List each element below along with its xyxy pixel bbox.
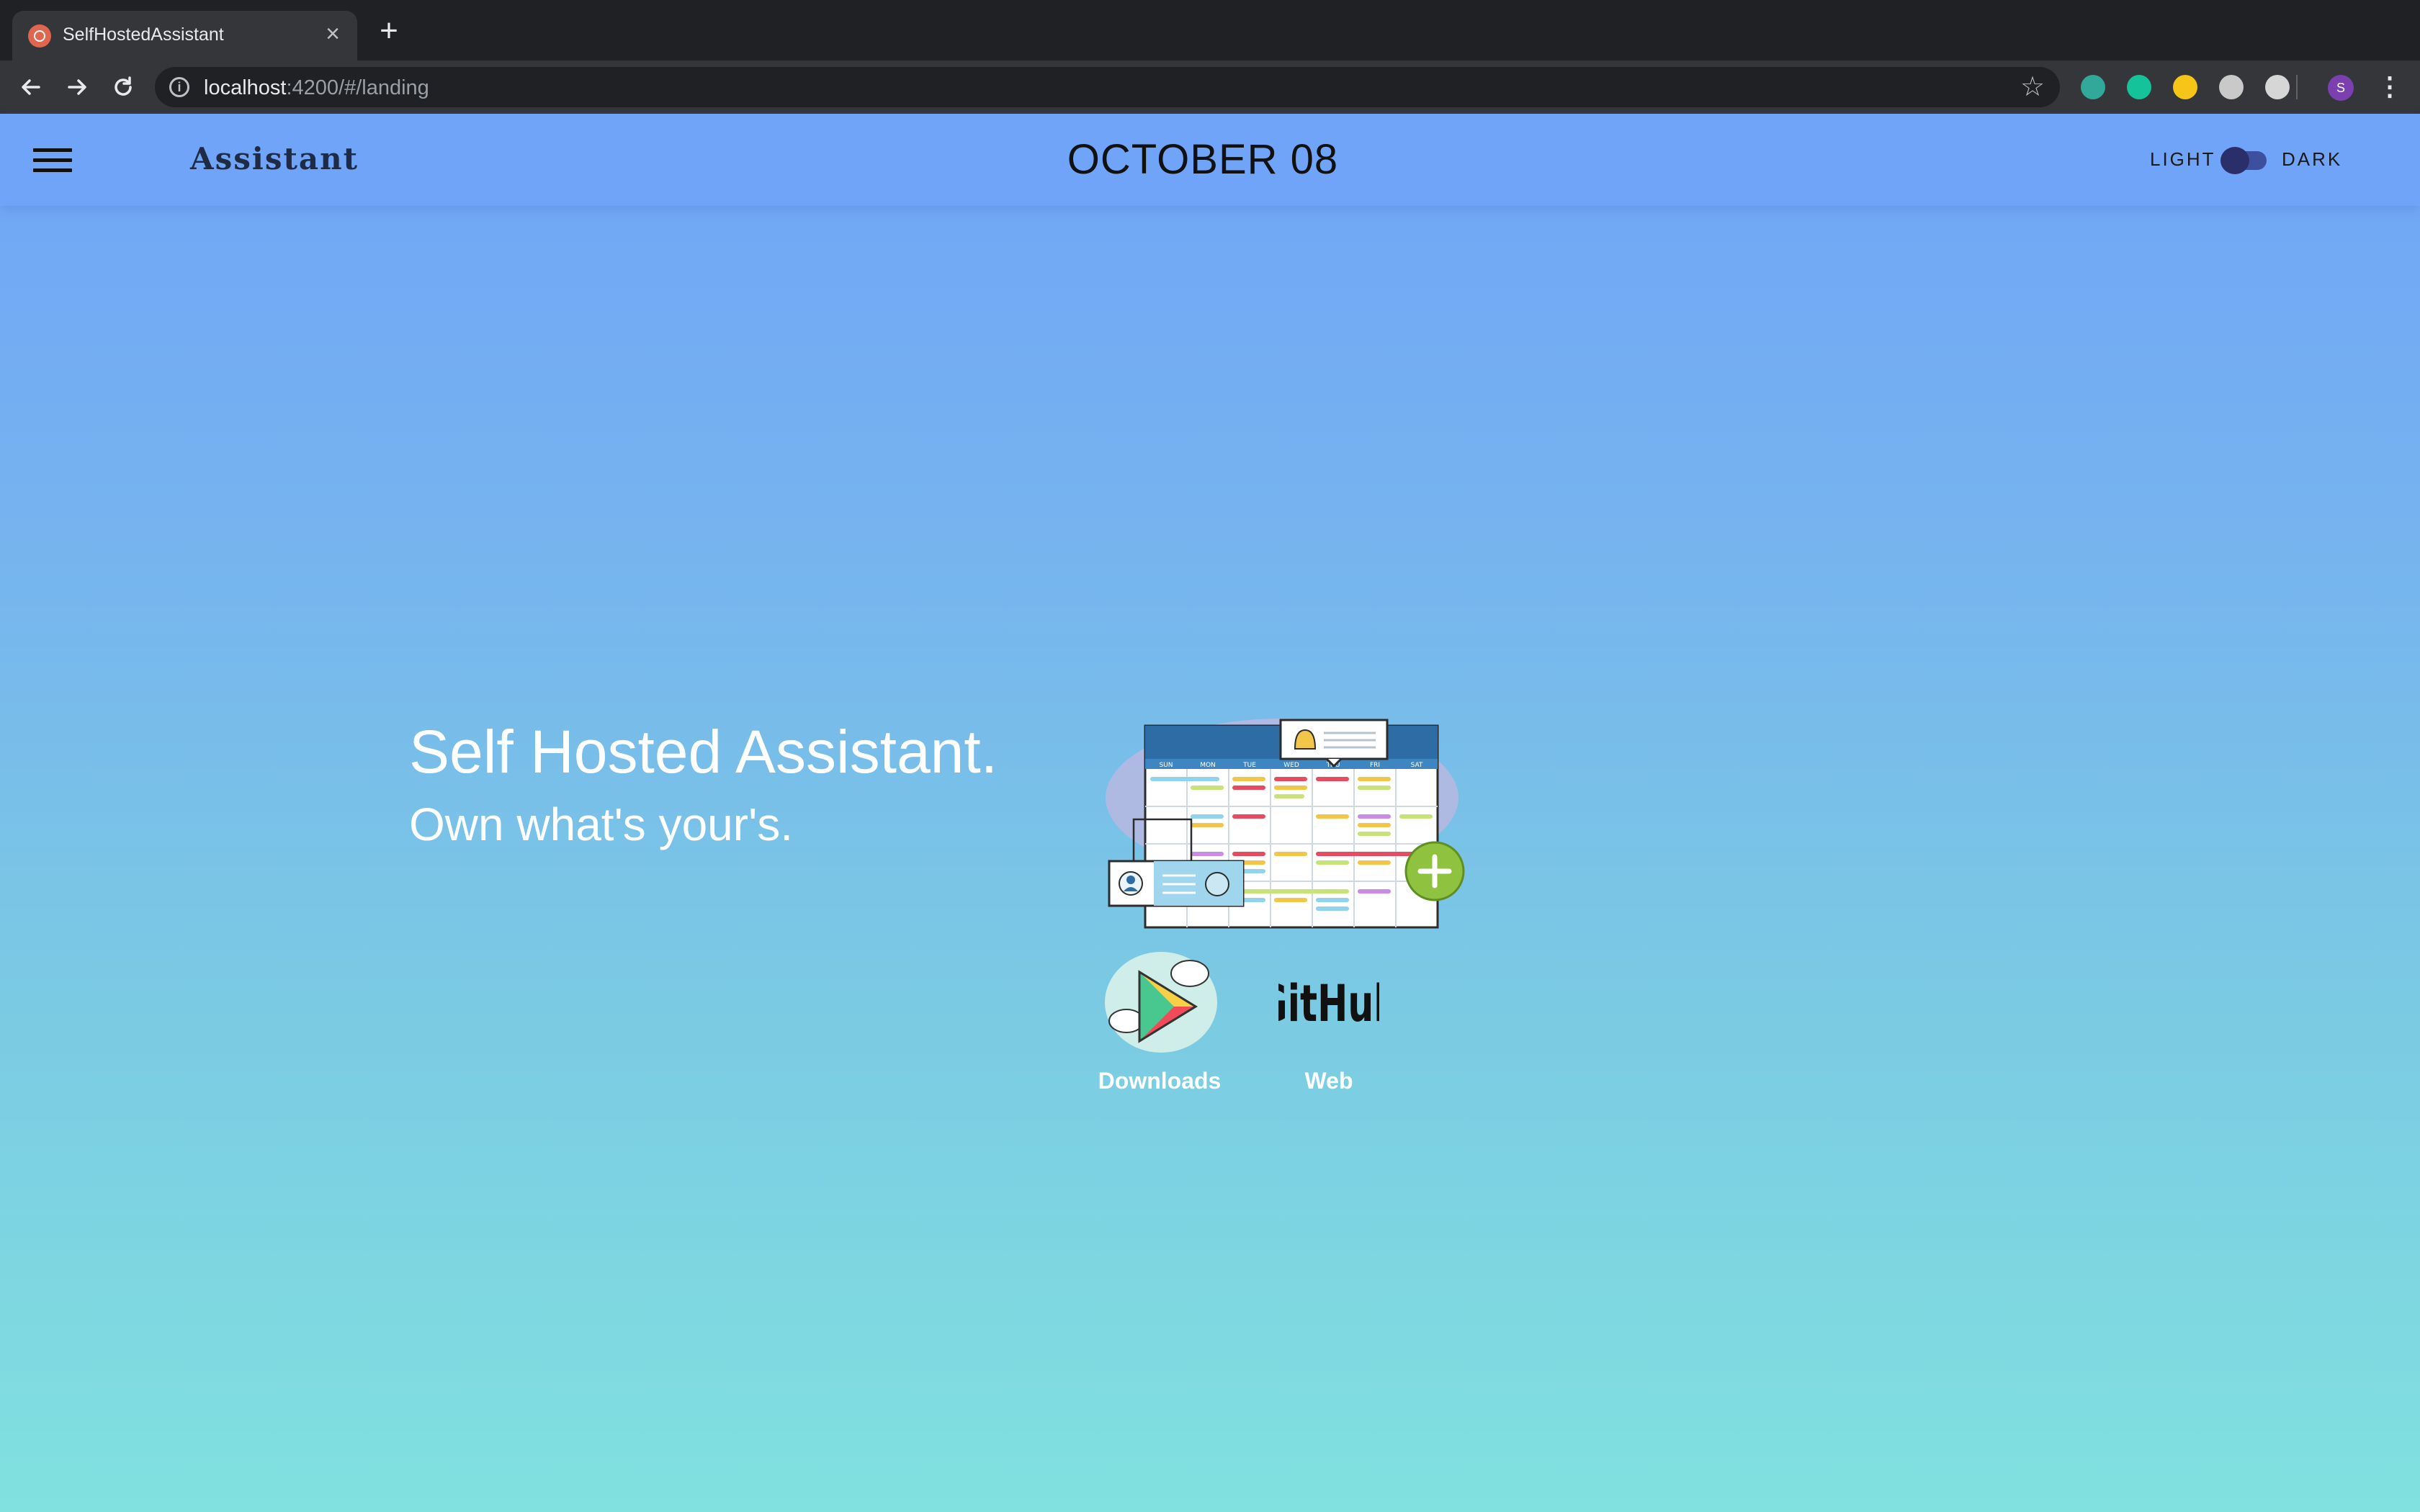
site-info-icon[interactable]: i bbox=[169, 77, 189, 97]
back-button[interactable] bbox=[16, 72, 46, 102]
extension-teal-icon[interactable] bbox=[2081, 75, 2105, 99]
reload-button[interactable] bbox=[108, 72, 138, 102]
toggle-thumb bbox=[2220, 147, 2249, 174]
calendar-day-label: MON bbox=[1200, 762, 1216, 769]
new-tab-button[interactable]: + bbox=[375, 15, 403, 47]
grammarly-icon[interactable] bbox=[2127, 75, 2151, 99]
browser-menu-icon[interactable]: ⋮ bbox=[2377, 72, 2403, 102]
arrow-left-icon bbox=[22, 79, 40, 95]
browser-toolbar: i localhost:4200/#/landing ☆ S ⋮ bbox=[0, 60, 2420, 114]
app-header: Assistant OCTOBER 08 LIGHT DARK bbox=[0, 114, 2420, 206]
calendar-day-label: FRI bbox=[1370, 762, 1380, 769]
extension-yellow-icon[interactable] bbox=[2173, 75, 2197, 99]
browser-tab[interactable]: SelfHostedAssistant × bbox=[12, 11, 357, 60]
address-bar[interactable]: i localhost:4200/#/landing ☆ bbox=[155, 67, 2060, 107]
extension-gray-icon[interactable] bbox=[2219, 75, 2244, 99]
browser-tabstrip: SelfHostedAssistant × + bbox=[0, 0, 2420, 60]
brand-title[interactable]: Assistant bbox=[190, 141, 359, 176]
github-icon: GitHub bbox=[1258, 975, 1399, 1033]
current-date: OCTOBER 08 bbox=[1067, 136, 1339, 183]
calendar-day-label: SUN bbox=[1159, 762, 1173, 769]
downloads-label: Downloads bbox=[1098, 1068, 1222, 1094]
web-label: Web bbox=[1304, 1068, 1353, 1094]
svg-text:GitHub: GitHub bbox=[1278, 975, 1379, 1033]
downloads-link[interactable]: Downloads bbox=[1095, 949, 1224, 1094]
close-tab-icon[interactable]: × bbox=[320, 21, 346, 47]
menu-hamburger-icon[interactable] bbox=[33, 148, 72, 173]
calendar-day-label: SAT bbox=[1411, 762, 1423, 769]
google-play-icon bbox=[1105, 952, 1217, 1053]
arrow-right-icon bbox=[68, 79, 86, 95]
theme-toggle[interactable] bbox=[2220, 147, 2267, 174]
reload-icon bbox=[115, 76, 132, 96]
hero-subtitle: Own what's your's. bbox=[409, 798, 794, 850]
profile-avatar[interactable]: S bbox=[2328, 75, 2354, 101]
web-link[interactable]: GitHub Web bbox=[1258, 949, 1399, 1094]
forward-button[interactable] bbox=[62, 72, 92, 102]
url-text: localhost:4200/#/landing bbox=[204, 76, 429, 99]
theme-light-label: LIGHT bbox=[2150, 148, 2216, 170]
landing-page: Assistant OCTOBER 08 LIGHT DARK Self Hos… bbox=[0, 114, 2420, 1512]
toolbar-divider bbox=[2296, 75, 2298, 99]
calendar-day-label: TUE bbox=[1242, 762, 1256, 769]
extension-white-icon[interactable] bbox=[2265, 75, 2290, 99]
app-favicon-icon bbox=[28, 24, 51, 48]
bookmark-star-icon[interactable]: ☆ bbox=[2018, 73, 2047, 102]
hero-title: Self Hosted Assistant. bbox=[409, 718, 998, 786]
theme-dark-label: DARK bbox=[2282, 148, 2343, 170]
calendar-day-label: WED bbox=[1283, 762, 1299, 769]
tab-title: SelfHostedAssistant bbox=[63, 24, 224, 45]
